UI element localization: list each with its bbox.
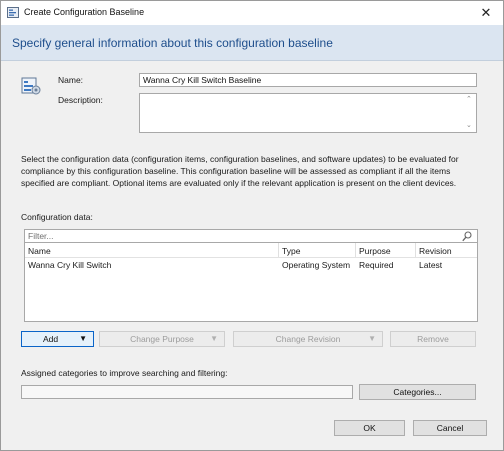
column-divider[interactable]: [278, 243, 279, 257]
remove-button[interactable]: Remove: [390, 331, 476, 347]
row-name: Wanna Cry Kill Switch: [28, 260, 112, 270]
add-button[interactable]: Add ▼: [21, 331, 94, 347]
dropdown-arrow-icon: ▼: [79, 334, 87, 343]
page-title: Specify general information about this c…: [12, 36, 333, 50]
column-header-purpose[interactable]: Purpose: [359, 246, 391, 256]
categories-label: Assigned categories to improve searching…: [21, 368, 228, 378]
categories-field: [21, 385, 353, 399]
column-divider[interactable]: [415, 243, 416, 257]
change-revision-label: Change Revision: [275, 334, 341, 344]
column-header-type[interactable]: Type: [282, 246, 300, 256]
table-row[interactable]: Wanna Cry Kill Switch Operating System R…: [25, 258, 477, 271]
change-purpose-button[interactable]: Change Purpose ▼: [99, 331, 225, 347]
cancel-button[interactable]: Cancel: [413, 420, 487, 436]
configuration-data-label: Configuration data:: [21, 212, 93, 222]
description-label: Description:: [58, 95, 103, 105]
add-button-label: Add: [42, 334, 59, 344]
grid-header: Name Type Purpose Revision: [25, 243, 477, 258]
categories-button[interactable]: Categories...: [359, 384, 476, 400]
dropdown-arrow-icon: ▼: [368, 334, 376, 343]
row-type: Operating System: [282, 260, 351, 270]
page-header: Specify general information about this c…: [1, 25, 503, 61]
change-revision-button[interactable]: Change Revision ▼: [233, 331, 383, 347]
row-purpose: Required: [359, 260, 394, 270]
name-label: Name:: [58, 75, 84, 85]
title-bar[interactable]: Create Configuration Baseline ✕: [1, 1, 503, 25]
configuration-baseline-icon: [21, 77, 41, 95]
column-header-name[interactable]: Name: [28, 246, 51, 256]
window-title: Create Configuration Baseline: [24, 7, 145, 17]
scroll-up-icon[interactable]: ⌃: [466, 95, 472, 103]
instructions-text: Select the configuration data (configura…: [21, 154, 459, 188]
column-header-revision[interactable]: Revision: [419, 246, 452, 256]
change-purpose-label: Change Purpose: [130, 334, 194, 344]
configuration-data-grid: Name Type Purpose Revision Wanna Cry Kil…: [24, 243, 478, 322]
baseline-app-icon: [7, 7, 19, 18]
search-icon[interactable]: [462, 231, 472, 242]
row-revision: Latest: [419, 260, 443, 270]
name-field[interactable]: Wanna Cry Kill Switch Baseline: [139, 73, 477, 87]
description-field[interactable]: ⌃ ⌄: [139, 93, 477, 133]
close-icon[interactable]: ✕: [475, 4, 497, 21]
column-divider[interactable]: [355, 243, 356, 257]
scroll-down-icon[interactable]: ⌄: [466, 121, 472, 129]
filter-placeholder: Filter...: [28, 231, 54, 241]
dialog-body: Name: Wanna Cry Kill Switch Baseline Des…: [1, 61, 503, 450]
filter-input[interactable]: Filter...: [24, 229, 478, 243]
ok-button[interactable]: OK: [334, 420, 405, 436]
dropdown-arrow-icon: ▼: [210, 334, 218, 343]
description-scrollbar[interactable]: ⌃ ⌄: [465, 95, 475, 131]
create-configuration-baseline-dialog: Create Configuration Baseline ✕ Specify …: [0, 0, 504, 451]
